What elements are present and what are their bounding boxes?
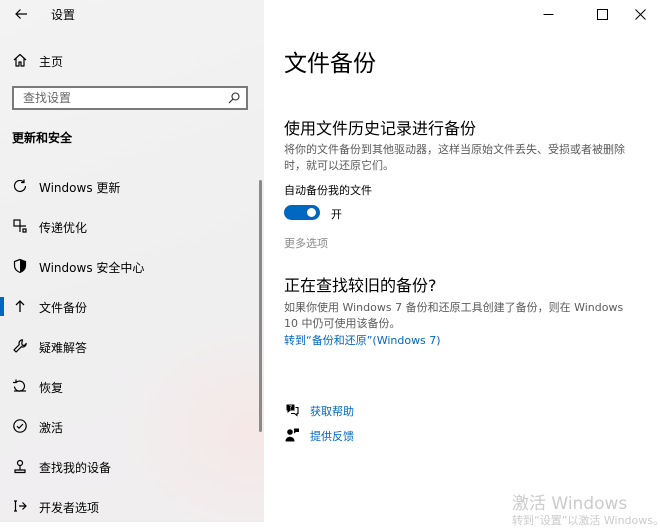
feedback-icon	[284, 427, 300, 443]
window-title: 设置	[51, 8, 76, 22]
search-input[interactable]	[14, 88, 223, 108]
older-backup-description: 如果你使用 Windows 7 备份和还原工具创建了备份，则在 Windows …	[284, 301, 624, 330]
sidebar-item-label: 查找我的设备	[39, 461, 112, 475]
get-help-link[interactable]: 获取帮助	[310, 403, 354, 419]
sidebar-scrollbar[interactable]	[259, 180, 262, 432]
sidebar-item-find-my-device[interactable]: 查找我的设备	[0, 452, 264, 492]
sidebar-nav: Windows 更新 传递优化 Windows 安全中心 文件备份 疑难解答 恢…	[0, 172, 264, 522]
sidebar-item-home[interactable]: 主页	[0, 48, 264, 72]
activation-watermark-title: 激活 Windows	[512, 494, 628, 514]
older-backup-heading: 正在查找较旧的备份?	[284, 276, 437, 295]
sidebar-item-delivery-optimization[interactable]: 传递优化	[0, 212, 264, 252]
recovery-icon	[12, 378, 28, 394]
sidebar: 设置 主页 更新和安全 Windows 更新	[0, 0, 264, 522]
sidebar-item-windows-update[interactable]: Windows 更新	[0, 172, 264, 212]
give-feedback-link[interactable]: 提供反馈	[310, 428, 354, 444]
delivery-optimization-icon	[12, 218, 28, 234]
sidebar-item-activation[interactable]: 激活	[0, 412, 264, 452]
sidebar-item-label: Windows 安全中心	[39, 261, 145, 275]
sidebar-item-developer-options[interactable]: 开发者选项	[0, 492, 264, 522]
sidebar-item-label: 恢复	[39, 381, 64, 395]
sidebar-item-troubleshoot[interactable]: 疑难解答	[0, 332, 264, 372]
backup-arrow-icon	[12, 298, 28, 314]
sidebar-item-file-backup[interactable]: 文件备份	[0, 292, 264, 332]
refresh-icon	[12, 178, 28, 194]
close-button[interactable]	[622, 0, 658, 28]
developer-icon	[12, 498, 28, 514]
auto-backup-toggle[interactable]	[284, 205, 320, 220]
sidebar-item-label: 激活	[39, 421, 64, 435]
main-content: 文件备份 使用文件历史记录进行备份 将你的文件备份到其他驱动器，这样当原始文件丢…	[264, 0, 660, 522]
activation-watermark-subtitle: 转到“设置”以激活 Windows。	[512, 514, 660, 527]
more-options-link[interactable]: 更多选项	[284, 235, 328, 251]
svg-text:?: ?	[289, 405, 292, 412]
minimize-icon	[543, 13, 553, 15]
sidebar-item-label: 传递优化	[39, 221, 88, 235]
help-chat-icon: ?	[284, 402, 300, 418]
sidebar-item-label: 主页	[39, 55, 64, 69]
maximize-button[interactable]	[584, 0, 620, 28]
minimize-button[interactable]	[530, 0, 566, 28]
close-icon	[634, 8, 646, 20]
sidebar-item-label: 文件备份	[39, 301, 88, 315]
sidebar-item-label: 疑难解答	[39, 341, 88, 355]
shield-icon	[12, 258, 28, 274]
arrow-left-icon	[15, 9, 27, 19]
find-device-icon	[12, 458, 28, 474]
page-title: 文件备份	[284, 51, 376, 77]
backup-restore-link[interactable]: 转到“备份和还原”(Windows 7)	[284, 332, 441, 348]
back-button[interactable]	[10, 4, 32, 24]
home-icon	[12, 52, 28, 68]
auto-backup-label: 自动备份我的文件	[284, 184, 372, 197]
sidebar-item-recovery[interactable]: 恢复	[0, 372, 264, 412]
sidebar-item-label: Windows 更新	[39, 181, 121, 195]
sidebar-item-windows-security[interactable]: Windows 安全中心	[0, 252, 264, 292]
sidebar-item-label: 开发者选项	[39, 501, 100, 515]
history-section-heading: 使用文件历史记录进行备份	[284, 119, 477, 138]
section-title: 更新和安全	[12, 131, 73, 145]
wrench-icon	[12, 338, 28, 354]
activation-check-icon	[12, 418, 28, 434]
maximize-icon	[596, 8, 608, 20]
history-section-description: 将你的文件备份到其他驱动器，这样当原始文件丢失、受损或者被删除时，就可以还原它们…	[284, 143, 625, 172]
search-icon[interactable]	[227, 91, 241, 105]
toggle-state-text: 开	[331, 208, 342, 221]
search-box[interactable]	[12, 86, 248, 110]
